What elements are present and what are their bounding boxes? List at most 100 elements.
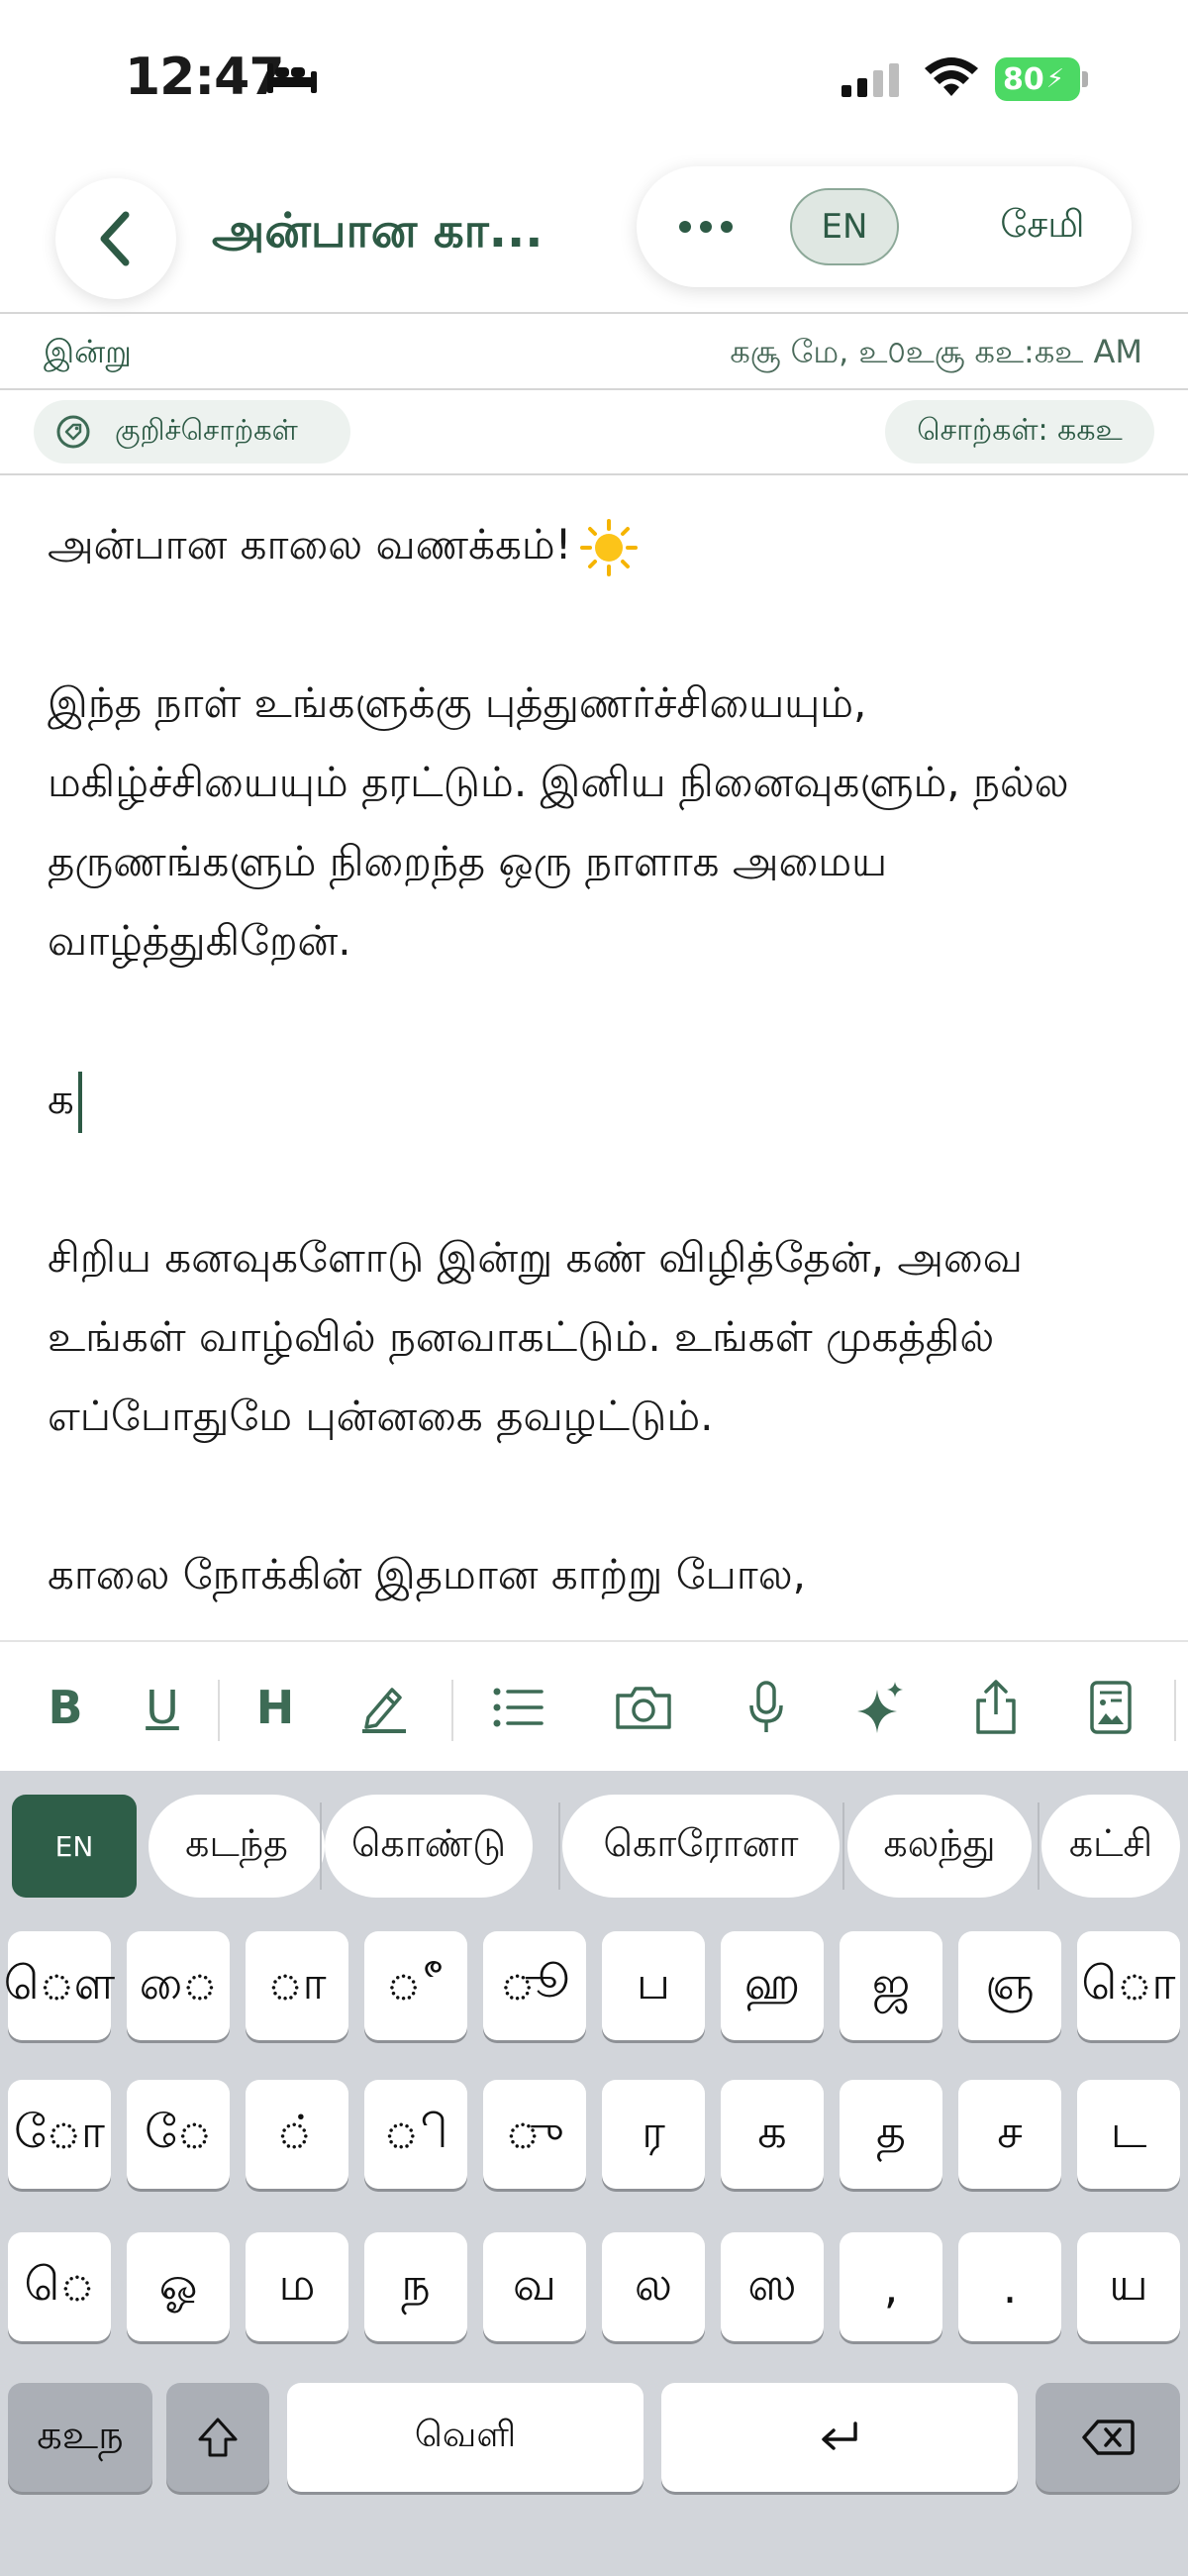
key[interactable]: , xyxy=(840,2232,942,2341)
suggestion-item[interactable]: கொரோனா xyxy=(562,1795,840,1898)
suggestion-item[interactable]: கொண்டு xyxy=(325,1795,533,1898)
shift-arrow-icon xyxy=(198,2418,238,2457)
key[interactable]: ் xyxy=(246,2080,348,2189)
key[interactable]: ய xyxy=(1077,2232,1180,2341)
key[interactable]: ஜ xyxy=(840,1931,942,2040)
sun-emoji-icon xyxy=(580,518,639,576)
text-image-button[interactable] xyxy=(1073,1670,1148,1745)
bed-icon xyxy=(267,63,317,93)
tag-icon xyxy=(56,415,90,449)
cellular-signal-icon xyxy=(842,63,899,97)
paragraph: சிறிய கனவுகளோடு இன்று கண் விழித்தேன், அவ… xyxy=(48,1233,1023,1440)
key[interactable]: ீ xyxy=(364,1931,467,2040)
key[interactable]: ை xyxy=(127,1931,230,2040)
suggestion-separator xyxy=(842,1803,844,1890)
back-button[interactable] xyxy=(55,178,176,299)
key[interactable]: ு xyxy=(483,2080,586,2189)
toolbar-separator xyxy=(451,1680,453,1741)
save-button[interactable]: சேமி xyxy=(973,192,1112,261)
paragraph-empty xyxy=(48,584,1146,664)
keyboard-language-key[interactable]: EN xyxy=(12,1795,137,1898)
battery-indicator: 80 ⚡ xyxy=(995,57,1080,101)
document-image-icon xyxy=(1090,1681,1132,1734)
key[interactable]: க xyxy=(721,2080,824,2189)
paragraph-empty xyxy=(48,980,1146,1060)
key[interactable]: ஹ xyxy=(721,1931,824,2040)
more-options-button[interactable] xyxy=(656,192,755,261)
key[interactable]: ா xyxy=(246,1931,348,2040)
date-label: இன்று xyxy=(44,333,132,370)
suggestion-separator xyxy=(320,1803,322,1890)
key[interactable]: ி xyxy=(364,2080,467,2189)
key[interactable]: ந xyxy=(364,2232,467,2341)
underline-button[interactable]: U xyxy=(125,1670,200,1745)
highlight-button[interactable] xyxy=(346,1670,422,1745)
chevron-left-icon xyxy=(100,211,130,266)
key[interactable]: ே xyxy=(127,2080,230,2189)
key[interactable]: ச xyxy=(958,2080,1061,2189)
tags-button[interactable]: குறிச்சொற்கள் xyxy=(34,400,350,464)
share-button[interactable] xyxy=(958,1670,1034,1745)
suggestion-bar: EN கடந்த கொண்டு கொரோனா கலந்து கட்சி xyxy=(0,1783,1188,1898)
return-key[interactable] xyxy=(661,2383,1018,2492)
word-count-badge: சொற்கள்: ககஉ xyxy=(885,400,1154,464)
paragraph: அன்பான காலை வணக்கம்! xyxy=(48,505,1146,584)
ai-assist-button[interactable] xyxy=(843,1670,919,1745)
status-time: 12:47 xyxy=(125,48,285,107)
space-key[interactable]: வெளி xyxy=(287,2383,644,2492)
charging-bolt-icon: ⚡ xyxy=(1045,64,1065,94)
key[interactable]: ட xyxy=(1077,2080,1180,2189)
key[interactable]: ோ xyxy=(8,2080,111,2189)
tamil-keyboard: EN கடந்த கொண்டு கொரோனா கலந்து கட்சி ௌ ை … xyxy=(0,1771,1188,2576)
key[interactable]: ெ xyxy=(8,2232,111,2341)
return-arrow-icon xyxy=(822,2421,857,2450)
note-editor[interactable]: அன்பான காலை வணக்கம்! இந்த நாள் உங்களுக்க… xyxy=(0,475,1188,1640)
toolbar-separator xyxy=(1174,1680,1176,1741)
key[interactable]: ம xyxy=(246,2232,348,2341)
editor-text[interactable]: அன்பான காலை வணக்கம்! இந்த நாள் உங்களுக்க… xyxy=(48,505,1146,1614)
tags-label: குறிச்சொற்கள் xyxy=(115,413,298,447)
toolbar-separator xyxy=(218,1680,220,1741)
paragraph-empty xyxy=(48,1456,1146,1535)
bullet-list-button[interactable] xyxy=(480,1670,555,1745)
suggestion-item[interactable]: கலந்து xyxy=(847,1795,1032,1898)
format-toolbar: B U H xyxy=(0,1640,1188,1771)
key[interactable]: ூ xyxy=(483,1931,586,2040)
backspace-key[interactable] xyxy=(1036,2383,1180,2492)
suggestion-item[interactable]: கடந்த xyxy=(148,1795,325,1898)
heading-button[interactable]: H xyxy=(238,1670,313,1745)
key[interactable]: ப xyxy=(602,1931,705,2040)
key[interactable]: ொ xyxy=(1077,1931,1180,2040)
microphone-button[interactable] xyxy=(729,1670,804,1745)
suggestion-item[interactable]: கட்சி xyxy=(1041,1795,1180,1898)
tag-row: குறிச்சொற்கள் சொற்கள்: ககஉ xyxy=(0,392,1188,471)
key[interactable]: ர xyxy=(602,2080,705,2189)
share-icon xyxy=(976,1680,1016,1734)
camera-icon xyxy=(616,1687,671,1729)
status-bar: 12:47 80 ⚡ xyxy=(0,0,1188,149)
paragraph: காலை நோக்கின் இதமான காற்று போல, xyxy=(48,1550,806,1598)
key[interactable]: த xyxy=(840,2080,942,2189)
shift-key[interactable] xyxy=(166,2383,269,2492)
note-title: அன்பான கா... xyxy=(212,203,544,258)
key[interactable]: வ xyxy=(483,2232,586,2341)
camera-button[interactable] xyxy=(606,1670,681,1745)
key[interactable]: ஸ xyxy=(721,2232,824,2341)
key[interactable]: ஓ xyxy=(127,2232,230,2341)
sparkle-icon xyxy=(857,1682,903,1733)
paragraph: க xyxy=(48,1060,1146,1139)
bold-button[interactable]: B xyxy=(28,1670,103,1745)
datetime-label: கசூ மே, உ௦உசூ கஉ:கஉ AM xyxy=(730,333,1142,370)
key[interactable]: . xyxy=(958,2232,1061,2341)
key[interactable]: ஞ xyxy=(958,1931,1061,2040)
numbers-key[interactable]: கஉந xyxy=(8,2383,152,2492)
language-toggle-button[interactable]: EN xyxy=(790,188,899,265)
backspace-icon xyxy=(1082,2420,1135,2455)
key[interactable]: ௌ xyxy=(4,1931,115,2040)
wifi-icon xyxy=(925,57,978,96)
list-icon xyxy=(493,1688,544,1727)
nav-actions-pill: EN சேமி xyxy=(637,166,1132,287)
key[interactable]: ல xyxy=(602,2232,705,2341)
battery-tip xyxy=(1082,71,1088,87)
meta-row: இன்று கசூ மே, உ௦உசூ கஉ:கஉ AM xyxy=(0,315,1188,386)
